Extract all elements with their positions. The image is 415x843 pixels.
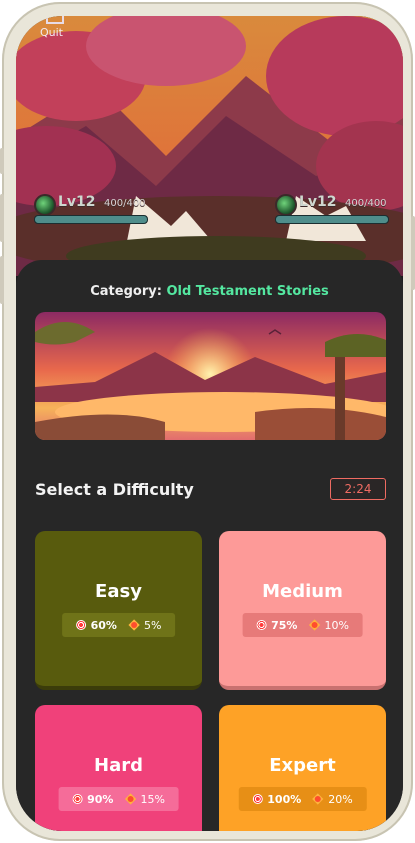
category-value: Old Testament Stories <box>166 284 329 299</box>
bonus-value: 15% <box>140 792 165 806</box>
player-left-hp: 400/400 <box>104 198 146 209</box>
accuracy-value: 90% <box>87 792 114 806</box>
difficulty-stats: 90% 15% <box>58 787 179 811</box>
difficulty-stats: 75% 10% <box>242 613 363 637</box>
difficulty-name: Easy <box>95 581 142 602</box>
player-left-hp-bar <box>34 215 148 224</box>
category-prefix: Category: <box>90 284 162 299</box>
burst-icon <box>125 794 135 804</box>
target-icon <box>256 620 267 630</box>
difficulty-name: Expert <box>269 755 336 776</box>
difficulty-sheet: Category: Old Testament Stories Select a… <box>16 260 403 831</box>
difficulty-stats: 60% 5% <box>61 613 176 637</box>
volume-up-button <box>0 194 4 242</box>
bonus-value: 10% <box>324 618 349 632</box>
target-icon <box>252 794 263 804</box>
category-banner-image <box>35 312 386 440</box>
difficulty-card-easy[interactable]: Easy 60% 5% <box>35 531 202 690</box>
burst-icon <box>309 620 319 630</box>
app-screen: Quit Lv12 400/400 Lv12 400/400 Category:… <box>16 16 403 831</box>
player-left-orb-icon <box>34 194 56 216</box>
countdown-timer: 2:24 <box>330 478 386 500</box>
accuracy-value: 75% <box>271 618 298 632</box>
target-icon <box>72 794 83 804</box>
select-difficulty-title: Select a Difficulty <box>35 480 194 499</box>
difficulty-card-expert[interactable]: Expert 100% 20% <box>219 705 386 831</box>
accuracy-value: 60% <box>90 618 117 632</box>
difficulty-name: Hard <box>94 755 143 776</box>
mute-switch <box>0 148 4 174</box>
power-button <box>411 216 415 290</box>
bonus-value: 20% <box>328 792 353 806</box>
quit-icon[interactable] <box>46 16 64 24</box>
battle-background <box>16 16 403 276</box>
difficulty-card-medium[interactable]: Medium 75% 10% <box>219 531 386 690</box>
difficulty-name: Medium <box>262 581 343 602</box>
difficulty-stats: 100% 20% <box>238 787 367 811</box>
burst-icon <box>129 620 139 630</box>
player-right-level: Lv12 <box>299 194 337 210</box>
category-line: Category: Old Testament Stories <box>16 284 403 299</box>
quit-button-label[interactable]: Quit <box>40 26 63 39</box>
player-right-orb-icon <box>275 194 297 216</box>
accuracy-value: 100% <box>267 792 302 806</box>
player-right-hp-bar <box>275 215 389 224</box>
player-left-level: Lv12 <box>58 194 96 210</box>
volume-down-button <box>0 256 4 304</box>
difficulty-card-hard[interactable]: Hard 90% 15% <box>35 705 202 831</box>
player-right-hp: 400/400 <box>345 198 387 209</box>
burst-icon <box>313 794 323 804</box>
target-icon <box>75 620 86 630</box>
player-right-hp-fill <box>276 216 388 223</box>
bonus-value: 5% <box>143 618 162 632</box>
player-left-hp-fill <box>35 216 147 223</box>
phone-frame: Quit Lv12 400/400 Lv12 400/400 Category:… <box>0 2 415 841</box>
